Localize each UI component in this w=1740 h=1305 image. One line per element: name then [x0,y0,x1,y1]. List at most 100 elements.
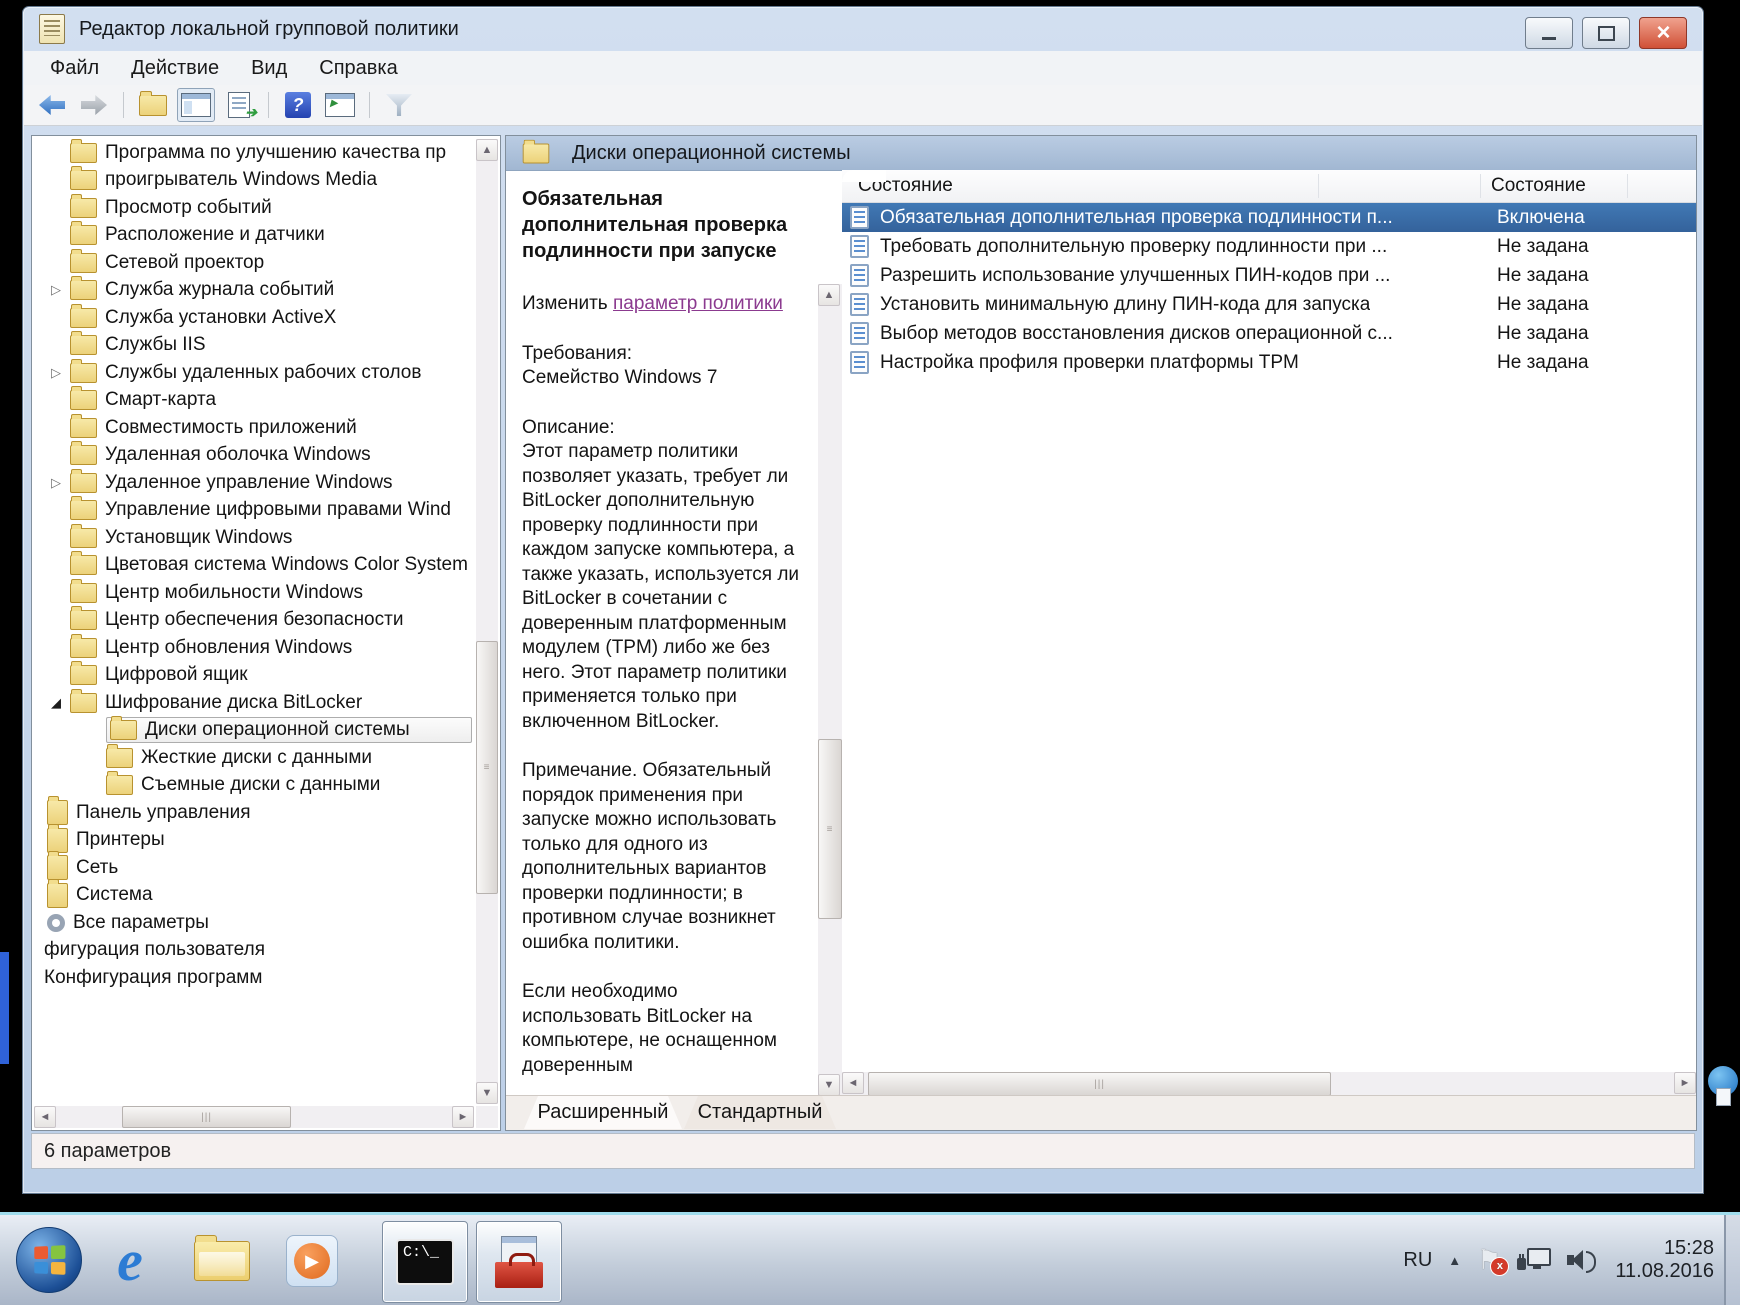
tree-item[interactable]: Удаленная оболочка Windows [34,442,474,470]
volume-icon[interactable] [1567,1247,1599,1273]
scrollbar-thumb[interactable]: ≡ [476,641,498,894]
tree-item[interactable]: Служба установки ActiveX [34,304,474,332]
tree-item[interactable]: Сетевой проектор [34,249,474,277]
tree-horizontal-scrollbar[interactable]: ◄ ||| ► [34,1106,474,1128]
expand-collapsed-icon[interactable]: ▷ [42,282,70,298]
scrollbar-thumb[interactable]: ≡ [818,739,842,920]
description-vertical-scrollbar[interactable]: ▲ ≡ ▼ [818,284,842,1096]
scrollbar-thumb[interactable]: ||| [868,1072,1331,1096]
tree-item[interactable]: Центр обновления Windows [34,634,474,662]
tree-item[interactable]: Конфигурация программ [34,964,474,992]
scrollbar-thumb[interactable]: ||| [122,1106,291,1128]
table-row[interactable]: Настройка профиля проверки платформы TPM… [842,348,1696,377]
help-button[interactable]: ? [280,89,316,121]
tray-expand-icon[interactable]: ▲ [1448,1253,1461,1268]
scroll-right-icon[interactable]: ► [1674,1072,1696,1094]
titlebar[interactable]: Редактор локальной групповой политики × [23,7,1703,51]
tree-item[interactable]: Сеть [34,854,474,882]
tree-item[interactable]: Центр мобильности Windows [34,579,474,607]
tree-item[interactable]: Цветовая система Windows Color System [34,552,474,580]
minimize-button[interactable] [1525,17,1573,49]
column-header-state-left[interactable]: Состояние [842,170,1318,202]
show-desktop-button[interactable] [1724,1215,1740,1305]
tree-item[interactable]: ▷Удаленное управление Windows [34,469,474,497]
scroll-down-icon[interactable]: ▼ [818,1074,840,1096]
menu-file[interactable]: Файл [34,57,115,80]
close-button[interactable]: × [1639,17,1687,49]
tree-item[interactable]: проигрыватель Windows Media [34,167,474,195]
back-button[interactable] [34,89,70,121]
tree-item[interactable]: Центр обеспечения безопасности [34,607,474,635]
scroll-down-icon[interactable]: ▼ [476,1082,498,1104]
table-row[interactable]: Обязательная дополнительная проверка под… [842,203,1696,232]
edit-policy-link[interactable]: параметр политики [613,293,783,314]
windows-explorer-icon[interactable] [192,1231,252,1291]
filter-button[interactable] [381,89,417,121]
tree-item[interactable]: Установщик Windows [34,524,474,552]
folder-icon [70,555,97,575]
scroll-up-icon[interactable]: ▲ [476,139,498,161]
expand-collapsed-icon[interactable]: ▷ [42,365,70,381]
command-prompt-taskbar-button[interactable]: C:\_ [382,1221,468,1303]
tree-item[interactable]: Программа по улучшению качества пр [34,139,474,167]
media-player-icon[interactable]: ▶ [282,1231,342,1291]
menu-view[interactable]: Вид [235,57,303,80]
tree-item[interactable]: Съемные диски с данными [34,772,474,800]
menu-action[interactable]: Действие [115,57,235,80]
restore-button[interactable] [1582,17,1630,49]
expand-collapsed-icon[interactable]: ▷ [42,475,70,491]
expand-expanded-icon[interactable]: ◢ [42,695,70,711]
show-action-pane-toggle[interactable] [322,89,358,121]
tree-item[interactable]: фигурация пользователя [34,937,474,965]
screen: Редактор локальной групповой политики × … [0,0,1740,1305]
scroll-left-icon[interactable]: ◄ [34,1106,56,1128]
column-divider[interactable] [1627,174,1628,198]
clock[interactable]: 15:28 11.08.2016 [1615,1237,1714,1283]
requirements-label: Требования: [522,342,802,367]
tab-extended[interactable]: Расширенный [524,1096,682,1129]
setting-state: Не задана [1497,236,1589,258]
action-center-flag-icon[interactable]: ⚑x [1477,1245,1501,1276]
up-one-level-button[interactable] [135,89,171,121]
menu-help[interactable]: Справка [303,57,413,80]
scroll-left-icon[interactable]: ◄ [842,1072,864,1094]
internet-explorer-icon[interactable]: e [100,1231,160,1291]
show-console-tree-toggle[interactable] [177,88,215,122]
language-indicator[interactable]: RU [1403,1249,1432,1272]
tree-item[interactable]: Расположение и датчики [34,222,474,250]
table-row[interactable]: Требовать дополнительную проверку подлин… [842,232,1696,261]
tree-item[interactable]: ◢Шифрование диска BitLocker [34,689,474,717]
tree-item[interactable]: Диски операционной системы [34,717,474,745]
tree-item[interactable]: Цифровой ящик [34,662,474,690]
tree-item[interactable]: Управление цифровыми правами Wind [34,497,474,525]
tree-item[interactable]: Смарт-карта [34,387,474,415]
tree-item[interactable]: Принтеры [34,827,474,855]
list-horizontal-scrollbar[interactable]: ◄ ||| ► [842,1072,1696,1096]
toolbox-taskbar-button[interactable] [476,1221,562,1303]
tab-standard[interactable]: Стандартный [684,1096,836,1129]
scroll-up-icon[interactable]: ▲ [818,284,840,306]
column-header-state-right[interactable]: Состояние [1481,170,1627,202]
tree-item[interactable]: Панель управления [34,799,474,827]
table-row[interactable]: Разрешить использование улучшенных ПИН-к… [842,261,1696,290]
tree-item[interactable]: ▷Служба журнала событий [34,277,474,305]
tree-item[interactable]: ▷Службы удаленных рабочих столов [34,359,474,387]
tree-item[interactable]: Жесткие диски с данными [34,744,474,772]
tree-vertical-scrollbar[interactable]: ▲ ≡ ▼ [476,139,498,1104]
folder-icon [70,528,97,548]
tree-item[interactable]: Все параметры [34,909,474,937]
export-list-button[interactable] [221,89,257,121]
table-row[interactable]: Выбор методов восстановления дисков опер… [842,319,1696,348]
tree-item[interactable]: Службы IIS [34,332,474,360]
tree-item[interactable]: Просмотр событий [34,194,474,222]
forward-button[interactable] [76,89,112,121]
scroll-right-icon[interactable]: ► [452,1106,474,1128]
column-divider[interactable] [1318,174,1319,198]
table-row[interactable]: Установить минимальную длину ПИН-кода дл… [842,290,1696,319]
folder-icon [70,143,97,163]
network-icon[interactable] [1517,1246,1551,1274]
start-button[interactable] [16,1227,82,1293]
folder-icon [194,1241,250,1281]
tree-item[interactable]: Совместимость приложений [34,414,474,442]
tree-item[interactable]: Система [34,882,474,910]
